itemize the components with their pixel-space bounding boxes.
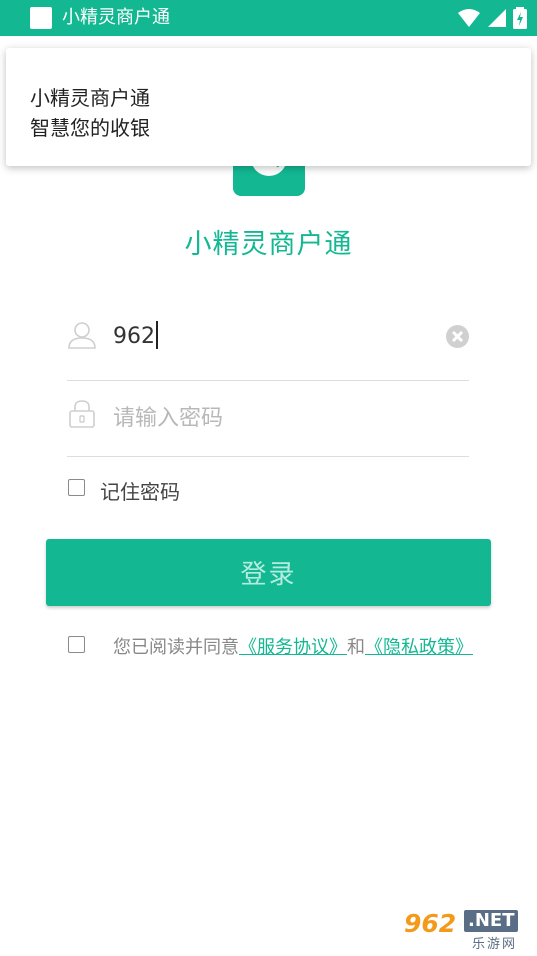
agreement-prefix: 您已阅读并同意 bbox=[113, 637, 239, 658]
password-input[interactable]: 请输入密码 bbox=[113, 400, 223, 432]
app-notification-icon bbox=[30, 7, 52, 29]
username-field[interactable]: 962 bbox=[67, 314, 469, 381]
password-field[interactable]: 请输入密码 bbox=[67, 390, 469, 457]
status-icons bbox=[457, 7, 527, 29]
text-cursor bbox=[156, 321, 158, 349]
notification-card[interactable]: 小精灵商户通 智慧您的收银 bbox=[6, 48, 531, 166]
lock-icon bbox=[69, 400, 95, 428]
clear-icon[interactable] bbox=[446, 325, 469, 348]
username-input[interactable]: 962 bbox=[113, 321, 158, 349]
app-title: 小精灵商户通 bbox=[184, 229, 353, 260]
service-agreement-link[interactable]: 《服务协议》 bbox=[239, 637, 347, 658]
signal-icon bbox=[487, 9, 506, 27]
login-button[interactable]: 登录 bbox=[46, 539, 491, 606]
privacy-policy-link[interactable]: 《隐私政策》 bbox=[365, 637, 473, 658]
watermark-subtitle: 乐游网 bbox=[472, 937, 518, 952]
watermark-domain: .NET bbox=[464, 910, 519, 932]
remember-password-checkbox[interactable] bbox=[68, 479, 85, 496]
notification-message: 智慧您的收银 bbox=[30, 116, 150, 140]
wifi-icon bbox=[457, 9, 480, 27]
remember-password-label[interactable]: 记住密码 bbox=[100, 476, 180, 505]
status-app-title: 小精灵商户通 bbox=[62, 7, 170, 28]
status-bar: 小精灵商户通 bbox=[0, 0, 537, 36]
watermark-number: 962 bbox=[404, 909, 457, 938]
site-watermark: 962 .NET 乐游网 bbox=[398, 907, 530, 952]
notification-title: 小精灵商户通 bbox=[30, 86, 150, 110]
agreement-checkbox[interactable] bbox=[68, 636, 85, 653]
agreement-text: 您已阅读并同意《服务协议》和《隐私政策》 bbox=[113, 633, 473, 659]
agreement-connector: 和 bbox=[347, 637, 365, 658]
user-icon bbox=[68, 322, 96, 349]
battery-icon bbox=[513, 7, 527, 29]
